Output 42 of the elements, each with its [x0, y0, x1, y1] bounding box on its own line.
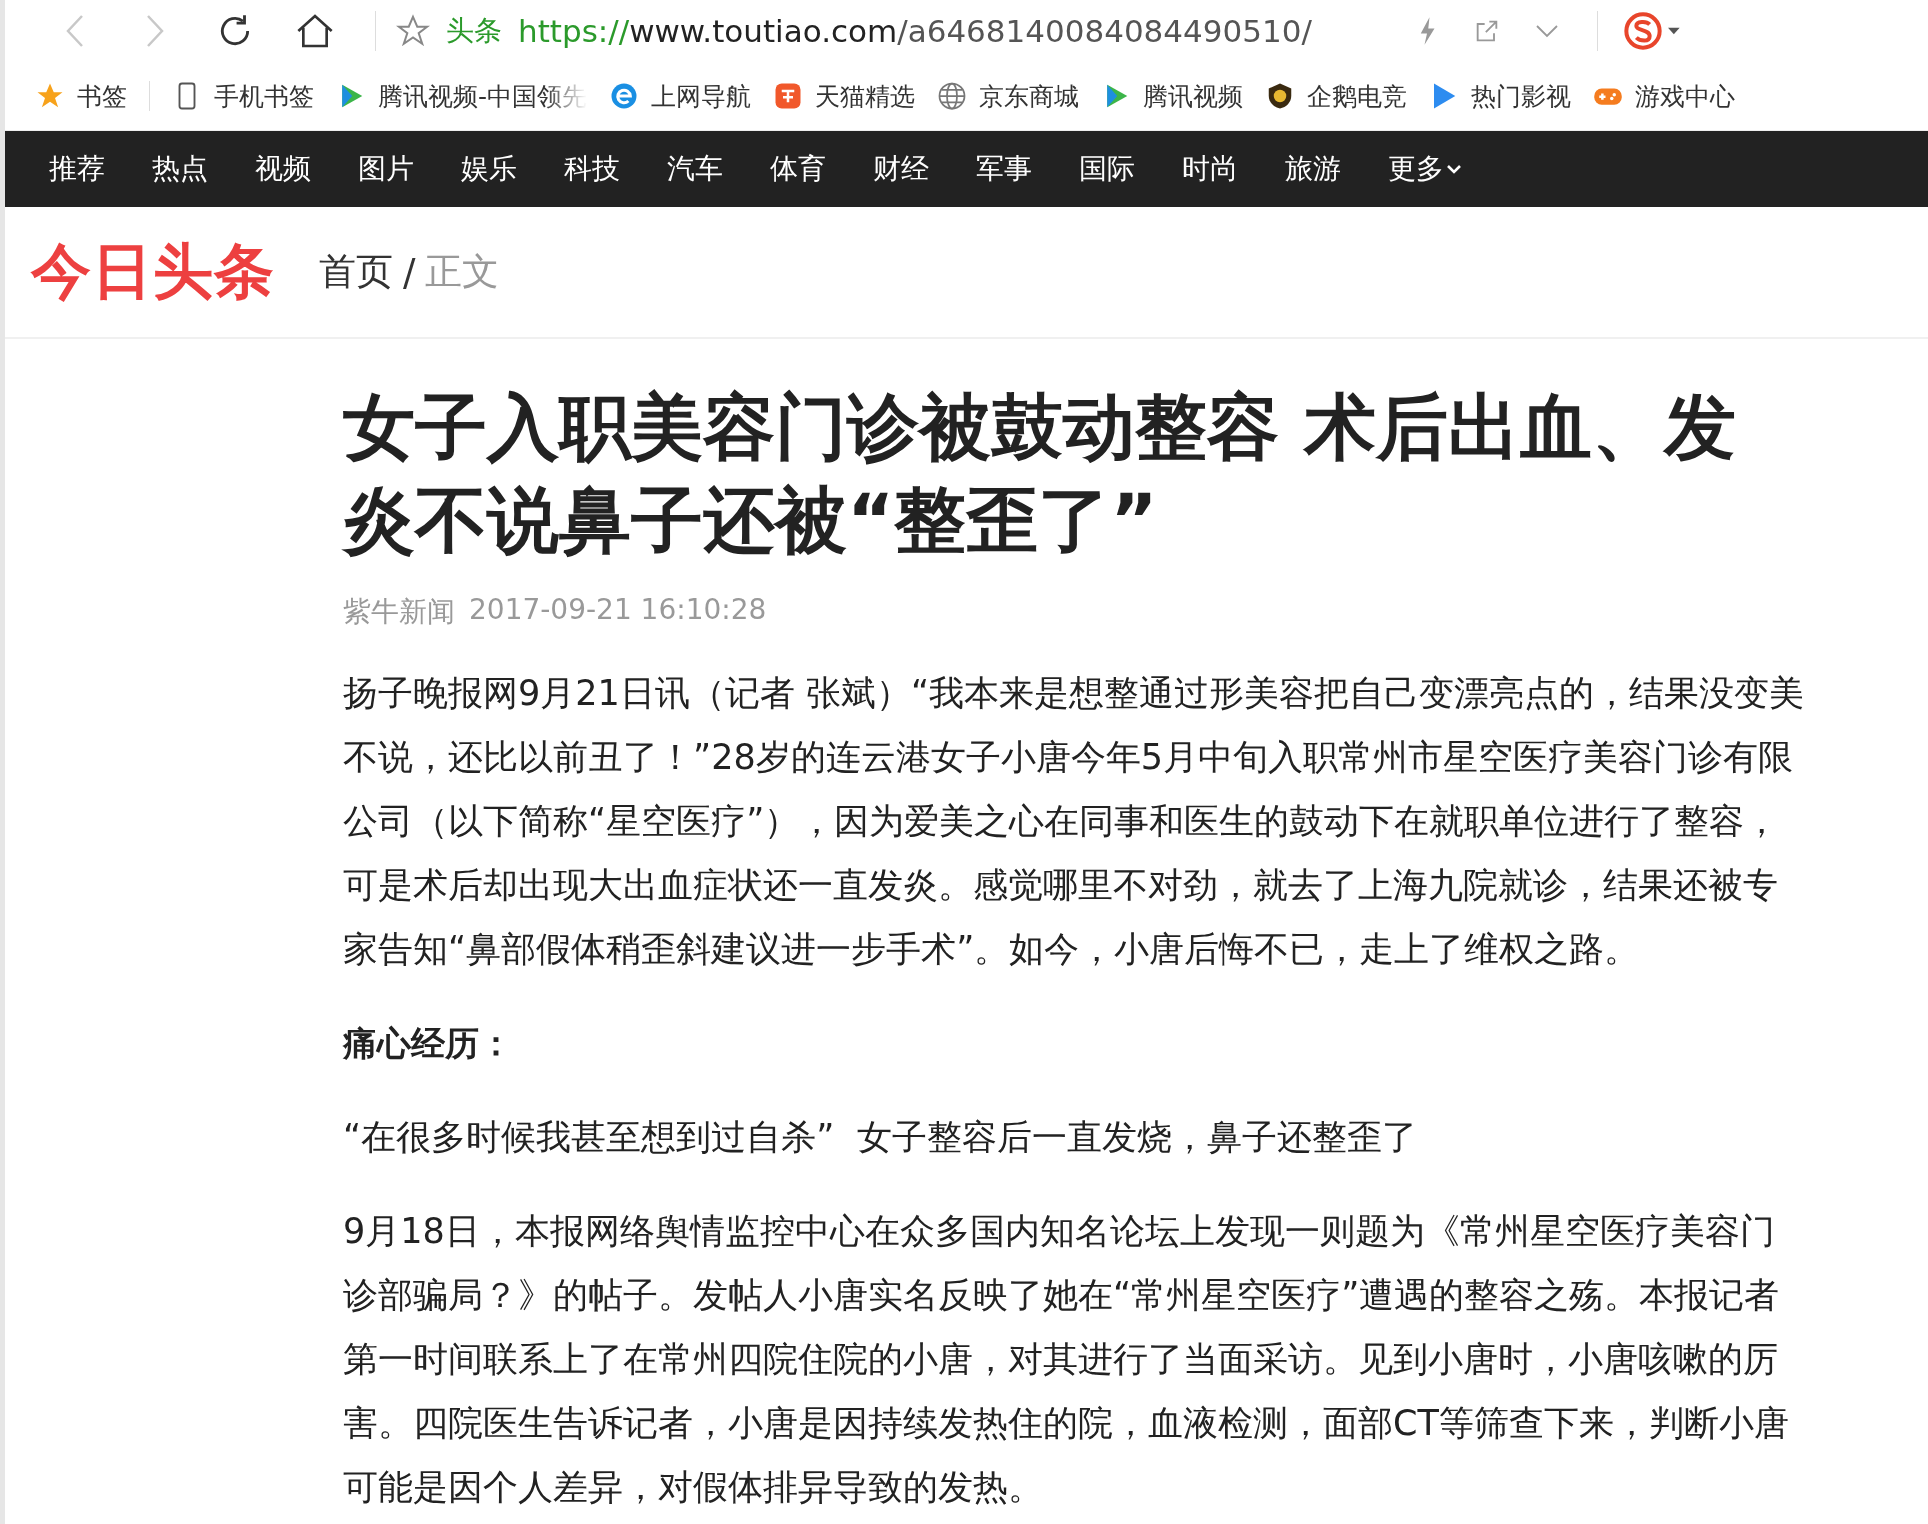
- nav-tab[interactable]: 旅游: [1285, 150, 1388, 188]
- address-bar-url[interactable]: https://www.toutiao.com/a6468140084084490510/: [518, 13, 1312, 49]
- nav-tab[interactable]: 国际: [1079, 150, 1182, 188]
- bookmark-link[interactable]: 书签: [35, 79, 127, 113]
- bookmark-link[interactable]: 腾讯视频: [1101, 79, 1244, 113]
- nav-tab[interactable]: 汽车: [667, 150, 770, 188]
- breadcrumb-separator: /: [403, 250, 416, 294]
- nav-tab[interactable]: 体育: [770, 150, 873, 188]
- nav-tab[interactable]: 图片: [358, 150, 461, 188]
- site-label: 头条: [446, 13, 502, 49]
- nav-tab[interactable]: 视频: [255, 150, 358, 188]
- nav-tab[interactable]: 军事: [976, 150, 1079, 188]
- nav-tab[interactable]: 财经: [873, 150, 976, 188]
- site-logo[interactable]: 今日头条: [31, 231, 275, 313]
- chevron-right-icon: [144, 14, 166, 48]
- bookmark-star-icon[interactable]: [396, 14, 430, 48]
- publish-time: 2017-09-21 16:10:28: [469, 593, 767, 628]
- globe-icon: [937, 81, 968, 111]
- bookmark-link[interactable]: 热门影视: [1429, 79, 1572, 113]
- bookmark-link[interactable]: 手机书签: [172, 79, 314, 113]
- bookmark-link[interactable]: 天猫精选: [773, 79, 916, 113]
- nav-tab[interactable]: 热点: [152, 150, 255, 188]
- article-paragraph: 扬子晚报网9月21日讯（记者 张斌）“我本来是想整通过形美容把自己变漂亮点的，结果没变美不说，还比以前丑了！”28岁的连云港女子小唐今年5月中旬入职常州市星空医疗美容门诊有限公司（以下简称“星空医疗”），因为爱美之心在同事和医生的鼓动下在就职单位进行了整容，可是术后却出现大出血症状还一直发炎。感觉哪里不对劲，就去了上海九院就诊，结果还被专家告知“鼻部假体稍歪斜建议进一步手术”。如今，小唐后悔不已，走上了维权之路。: [343, 672, 1805, 971]
- chevron-left-icon: [64, 14, 86, 48]
- nav-tab[interactable]: 时尚: [1182, 150, 1285, 188]
- chevron-down-icon: [1446, 163, 1462, 175]
- bookmark-link[interactable]: 京东商城: [937, 79, 1080, 113]
- bookmark-link[interactable]: 游戏中心: [1593, 79, 1736, 113]
- bookmark-link[interactable]: 上网导航: [609, 79, 752, 113]
- nav-tab[interactable]: 推荐: [49, 150, 152, 188]
- section-heading: 痛心经历：: [343, 1022, 514, 1065]
- breadcrumb-link[interactable]: 首页: [319, 247, 393, 297]
- bookmark-link[interactable]: 腾讯视频-中国领先: [336, 79, 588, 113]
- article-paragraph: 9月18日，本报网络舆情监控中心在众多国内知名论坛上发现一则题为《常州星空医疗美容门诊部骗局？》的帖子。发帖人小唐实名反映了她在“常州星空医疗”遭遇的整容之殇。本报记者第一时间联系上了在常州四院住院的小唐，对其进行了当面采访。见到小唐时，小唐咳嗽的厉害。四院医生告诉记者，小唐是因持续发热住的院，血液检测，面部CT等筛查下来，判断小唐可能是因个人差异，对假体排异导致的发热。: [343, 1210, 1790, 1509]
- nav-tab[interactable]: 娱乐: [461, 150, 564, 188]
- article-title: 女子入职美容门诊被鼓动整容 术后出血、发炎不说鼻子还被“整歪了”: [343, 384, 1738, 564]
- bookmark-link[interactable]: 企鹅电竞: [1265, 79, 1408, 113]
- more-menu[interactable]: 更多: [1388, 150, 1491, 188]
- tag-icon: [773, 81, 804, 111]
- article-source: 紫牛新闻: [343, 594, 455, 630]
- article-paragraph: “在很多时候我甚至想到过自杀” 女子整容后一直发烧，鼻子还整歪了: [343, 1116, 1418, 1159]
- nav-tab[interactable]: 科技: [564, 150, 667, 188]
